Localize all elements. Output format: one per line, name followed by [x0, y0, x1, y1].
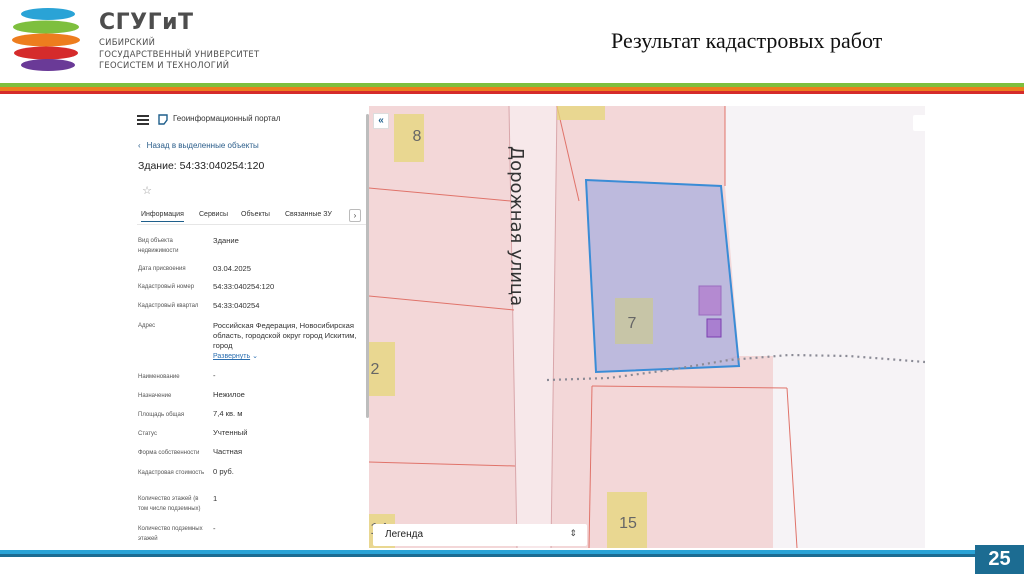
- legend-label: Легенда: [385, 529, 424, 540]
- chevron-left-icon: ‹: [138, 141, 141, 150]
- attr-value: 54:33:040254: [213, 301, 260, 310]
- attr-value: Учтенный: [213, 428, 248, 437]
- panel-scrollbar[interactable]: [366, 114, 369, 418]
- portal-title: Геоинформационный портал: [173, 114, 281, 123]
- attr-value: 0 руб.: [213, 467, 234, 476]
- object-title: Здание: 54:33:040254:120: [138, 160, 265, 172]
- attr-value: Нежилое: [213, 390, 245, 399]
- attr-value: Частная: [213, 447, 243, 456]
- expand-link-label: Развернуть: [213, 353, 251, 360]
- parcel-number-7: 7: [628, 315, 637, 332]
- expand-link[interactable]: Развернуть ⌄: [213, 352, 363, 362]
- attr-value: Здание: [213, 236, 239, 245]
- university-full-name: СИБИРСКИЙ ГОСУДАРСТВЕННЫЙ УНИВЕРСИТЕТ ГЕ…: [99, 37, 260, 70]
- info-panel: Геоинформационный портал ‹ Назад в выделе…: [129, 106, 369, 548]
- star-icon[interactable]: ☆: [137, 181, 157, 201]
- sort-arrows-icon: ⇕: [569, 528, 577, 538]
- attr-label: Назначение: [138, 393, 172, 399]
- cadastral-map[interactable]: 8 7 2 15 14 Дорожная улица: [369, 106, 925, 548]
- attr-label: Кадастровый номер: [138, 284, 195, 290]
- attr-label: Площадь общая: [138, 412, 185, 418]
- parcel-number-8: 8: [413, 128, 422, 145]
- tab-information[interactable]: Информация: [141, 211, 184, 222]
- attr-value: 7,4 кв. м: [213, 409, 243, 418]
- menu-icon[interactable]: [137, 115, 149, 125]
- tab-objects[interactable]: Объекты: [241, 211, 270, 218]
- legend-dropdown[interactable]: Легенда ⇕: [373, 524, 587, 546]
- page-number: 25: [975, 545, 1024, 574]
- portal-icon: [158, 114, 168, 125]
- attr-value: -: [213, 371, 216, 380]
- attr-value: 1: [213, 494, 218, 503]
- attr-label: Вид объекта недвижимости: [138, 238, 179, 254]
- attr-value: 03.04.2025: [213, 264, 252, 273]
- tab-services[interactable]: Сервисы: [199, 211, 228, 218]
- attr-label: Дата присвоения: [138, 266, 186, 272]
- tabs-scroll-right-button[interactable]: ›: [349, 209, 361, 222]
- attr-label: Наименование: [138, 374, 180, 380]
- parcel-number-15: 15: [619, 515, 637, 532]
- collapse-panel-button[interactable]: «: [373, 113, 389, 129]
- attr-value: Российская Федерация, Новосибирская обла…: [213, 321, 357, 350]
- back-link[interactable]: ‹ Назад в выделенные объекты: [138, 141, 259, 150]
- street-label: Дорожная улица: [506, 146, 527, 306]
- building-shape: [698, 285, 722, 316]
- slide-title: Результат кадастровых работ: [611, 28, 883, 53]
- attr-label: Количество подземных этажей: [138, 526, 203, 542]
- building-shape: [706, 318, 722, 338]
- back-link-label: Назад в выделенные объекты: [146, 141, 259, 150]
- chevron-down-icon: ⌄: [252, 353, 258, 360]
- attr-label: Количество этажей (в том числе подземных…: [138, 496, 201, 512]
- attr-label: Кадастровая стоимость: [138, 470, 205, 476]
- attr-value: 54:33:040254:120: [213, 282, 275, 291]
- tab-related-parcels[interactable]: Связанные ЗУ: [285, 211, 332, 218]
- university-name: СГУГиТ: [99, 10, 194, 35]
- header-band-red: [0, 91, 1024, 94]
- attr-label: Форма собственности: [138, 450, 200, 456]
- parcel-number-2: 2: [371, 361, 380, 378]
- tabs-bar: Информация Сервисы Объекты Связанные ЗУ: [137, 209, 369, 225]
- map-tool-button[interactable]: [913, 115, 925, 131]
- university-logo-icon: [12, 8, 80, 71]
- attr-value: -: [213, 524, 216, 533]
- attr-label: Адрес: [138, 323, 156, 329]
- portal-screenshot: 8 7 2 15 14 Дорожная улица « Легенда ⇕ Г…: [129, 106, 925, 548]
- attr-label: Статус: [138, 431, 157, 437]
- attr-label: Кадастровый квартал: [138, 303, 199, 309]
- footer-band-blue: [0, 554, 1024, 557]
- selected-parcel: [584, 178, 741, 374]
